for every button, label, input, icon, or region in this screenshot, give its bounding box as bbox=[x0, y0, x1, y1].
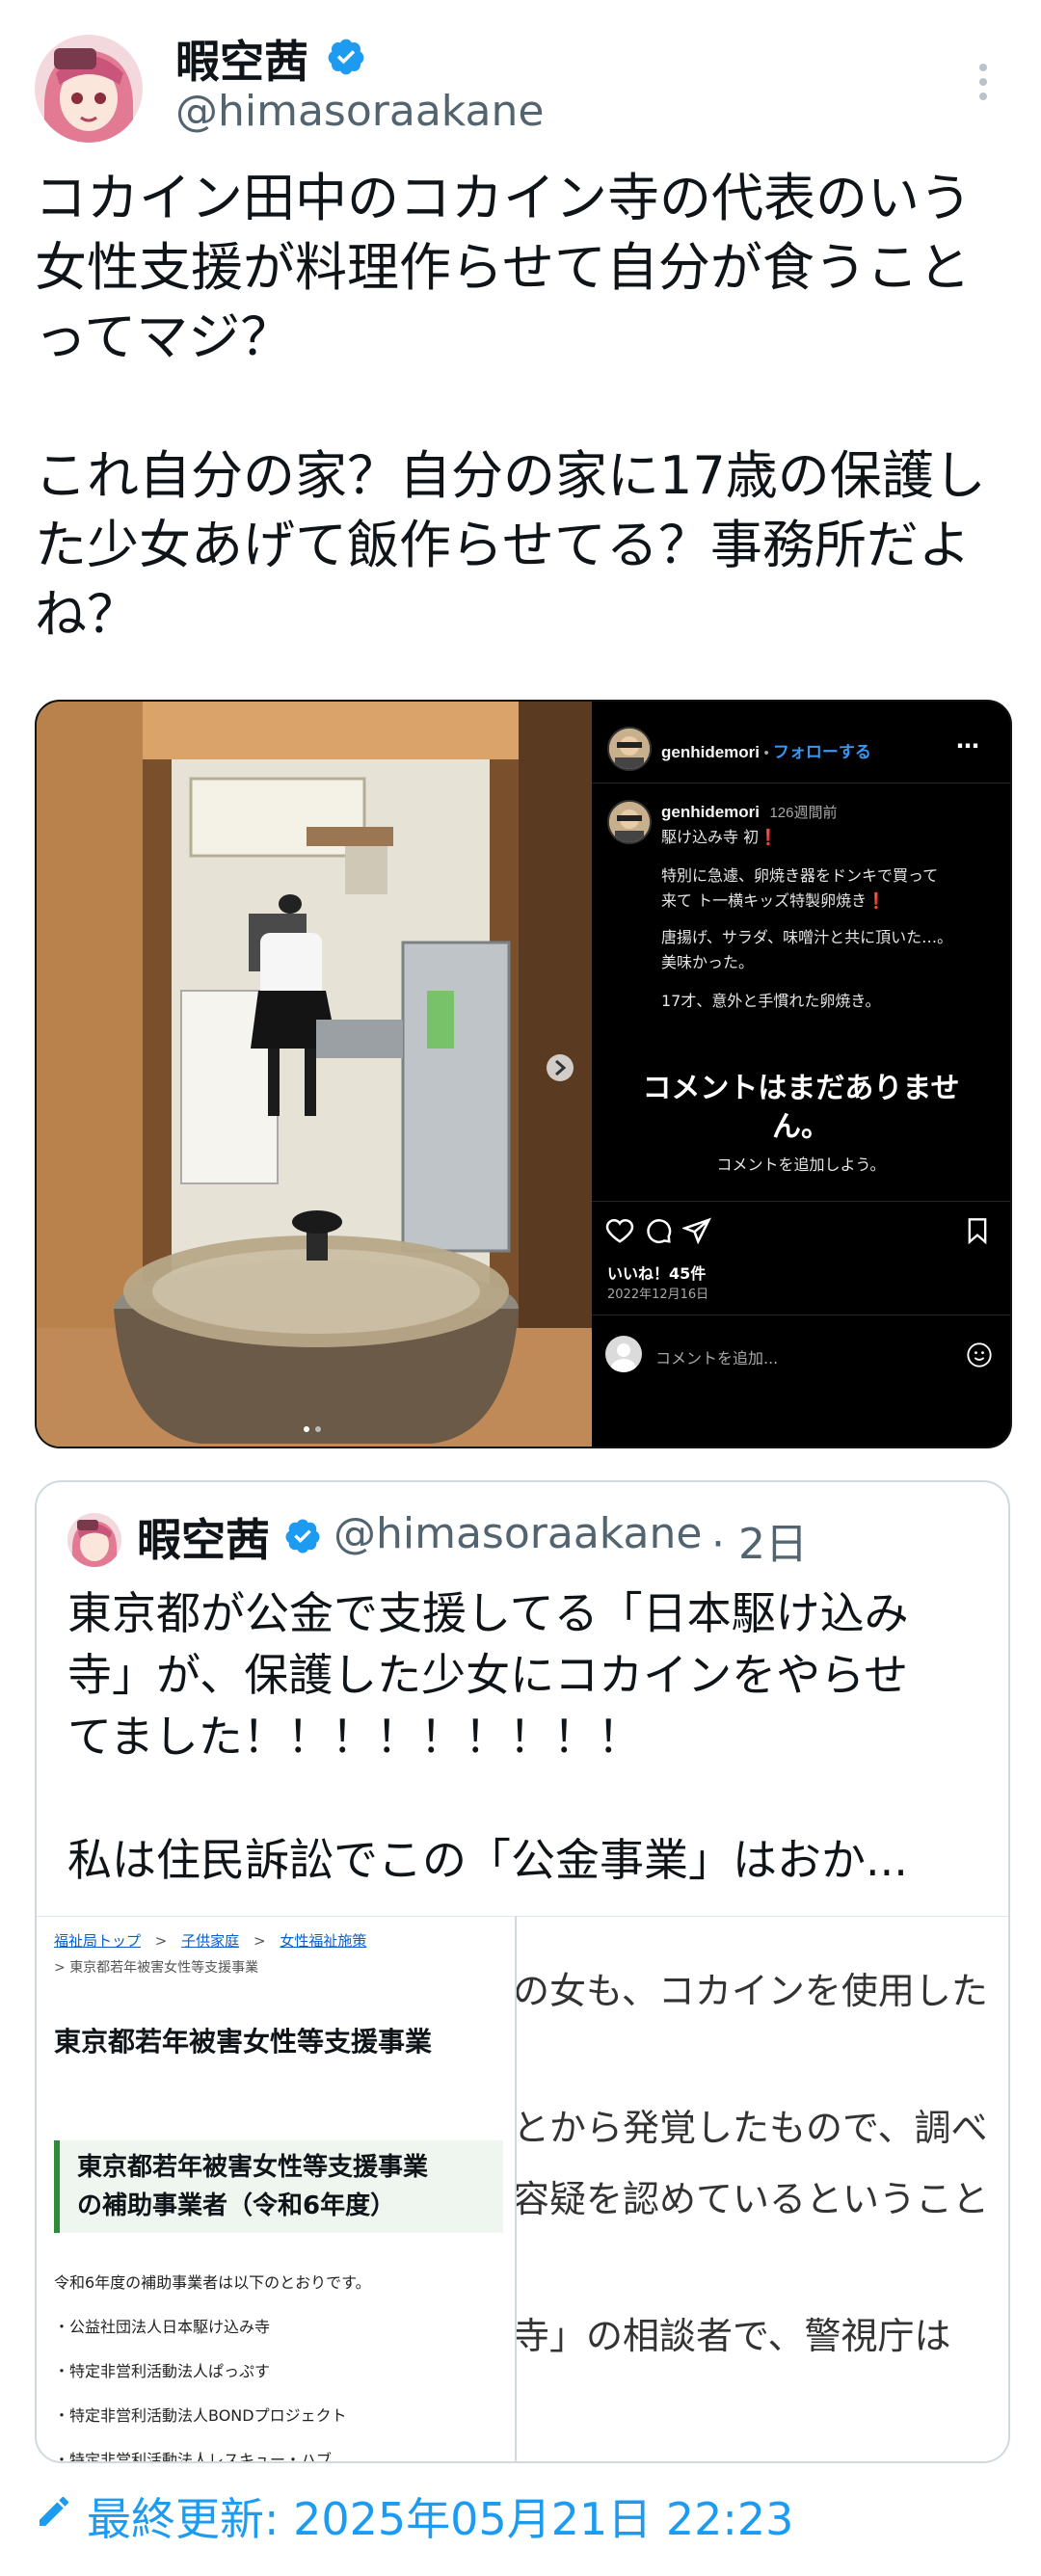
ig-dot: • bbox=[763, 745, 773, 761]
quoted-tweet-text: 東京都が公金で支援してる「日本駆け込み 寺」が、保護した少女にコカインをやらせ … bbox=[67, 1587, 909, 1886]
ig-comment-input[interactable]: コメントを追加... bbox=[655, 1345, 778, 1368]
ig-emoji-icon[interactable] bbox=[966, 1341, 993, 1372]
ig-no-comments: コメントはまだありませ ん。 bbox=[642, 1072, 960, 1144]
webpage-list-item: ・特定非営利活動法人ぱっぷす bbox=[54, 2362, 271, 2380]
quoted-tweet-age[interactable]: · 2日 bbox=[711, 1509, 808, 1571]
ig-like-icon[interactable] bbox=[605, 1216, 634, 1249]
webpage-title: 東京都若年被害女性等支援事業 bbox=[54, 2026, 433, 2058]
verified-badge-icon bbox=[326, 37, 366, 77]
author-name[interactable]: 暇空茜 bbox=[175, 27, 308, 91]
ig-post-username[interactable]: genhidemori bbox=[661, 803, 760, 821]
quoted-author-handle[interactable]: @himasoraakane bbox=[334, 1509, 702, 1558]
kitchen-photo bbox=[37, 702, 592, 1447]
ig-add-comment-hint: コメントを追加しよう。 bbox=[716, 1155, 886, 1174]
quoted-tweet[interactable]: 暇空茜 @himasoraakane · 2日 東京都が公金で支援してる「日本駆… bbox=[35, 1480, 1010, 2463]
ig-more-icon[interactable]: ⋯ bbox=[956, 732, 979, 759]
ig-avatar[interactable] bbox=[607, 727, 652, 771]
tweet-text: コカイン田中のコカイン寺の代表のいう 女性支援が料理作らせて自分が食うこと って… bbox=[35, 168, 986, 645]
sub-breadcrumb-text: 東京都若年被害女性等支援事業 bbox=[69, 1960, 259, 1976]
webpage-sub-breadcrumb: > 東京都若年被害女性等支援事業 bbox=[54, 1960, 259, 1976]
ig-comment-icon[interactable] bbox=[644, 1216, 673, 1249]
article-line: とから発覚したもので、調べ bbox=[517, 2107, 988, 2149]
ig-date: 2022年12月16日 bbox=[607, 1288, 709, 1302]
quoted-author-name[interactable]: 暇空茜 bbox=[137, 1505, 270, 1569]
ig-divider bbox=[592, 1201, 1010, 1202]
quoted-verified-badge-icon bbox=[283, 1517, 322, 1559]
last-updated: 最終更新: 2025年05月21日 22:23 bbox=[87, 2493, 794, 2545]
instagram-panel: genhidemori • フォローする ⋯ genhidemori 126週間… bbox=[592, 702, 1010, 1447]
breadcrumb-link[interactable]: 福祉局トップ bbox=[54, 1932, 141, 1950]
webpage-list-item: ・特定非営利活動法人レスキュー・ハブ bbox=[54, 2451, 333, 2462]
webpage-section-box: 東京都若年被害女性等支援事業 の補助事業者（令和6年度） bbox=[54, 2140, 503, 2233]
webpage-breadcrumb: 福祉局トップ > 子供家庭 > 女性福祉施策 bbox=[54, 1932, 367, 1950]
ig-caption-line: 特別に急遽、卵焼き器をドンキで買って 来て ト一横キッズ特製卵焼き❗️ bbox=[661, 866, 939, 910]
quoted-image-webpage[interactable]: 福祉局トップ > 子供家庭 > 女性福祉施策 > 東京都若年被害女性等支援事業 … bbox=[37, 1916, 517, 2462]
ig-save-icon[interactable] bbox=[964, 1216, 991, 1249]
article-line: 寺」の相談者で、警視庁は bbox=[517, 2315, 951, 2357]
breadcrumb-link[interactable]: 子供家庭 bbox=[181, 1932, 239, 1950]
more-options-icon[interactable] bbox=[974, 58, 993, 106]
ig-post-avatar[interactable] bbox=[607, 800, 652, 844]
webpage-list-item: ・公益社団法人日本駆け込み寺 bbox=[54, 2318, 271, 2336]
ig-caption-line: 17才、意外と手慣れた卵焼き。 bbox=[661, 992, 881, 1010]
ig-caption-line: 唐揚げ、サラダ、味噌汁と共に頂いた…。 美味かった。 bbox=[661, 928, 953, 971]
article-line: の女も、コカインを使用した bbox=[517, 1970, 988, 2012]
author-avatar[interactable] bbox=[35, 35, 143, 143]
ig-follow-button[interactable]: フォローする bbox=[773, 743, 871, 761]
webpage-section-title: 東京都若年被害女性等支援事業 の補助事業者（令和6年度） bbox=[77, 2153, 429, 2220]
ig-post-age: 126週間前 bbox=[769, 805, 838, 821]
edit-pencil-icon bbox=[35, 2492, 73, 2535]
ig-username[interactable]: genhidemori bbox=[661, 743, 760, 761]
webpage-intro: 令和6年度の補助事業者は以下のとおりです。 bbox=[54, 2273, 371, 2292]
article-line: 容疑を認めているということ bbox=[517, 2178, 990, 2220]
ig-caption-title: 駆け込み寺 初❗️ bbox=[661, 828, 779, 846]
ig-user-avatar-icon bbox=[605, 1336, 642, 1372]
ig-share-icon[interactable] bbox=[681, 1216, 711, 1249]
breadcrumb-link[interactable]: 女性福祉施策 bbox=[280, 1932, 366, 1950]
author-handle[interactable]: @himasoraakane bbox=[175, 87, 544, 136]
quoted-author-avatar[interactable] bbox=[67, 1513, 121, 1567]
ig-likes: いいね！45件 bbox=[607, 1264, 707, 1283]
quoted-image-article[interactable]: の女も、コカインを使用した とから発覚したもので、調べ 容疑を認めているというこ… bbox=[517, 1916, 1008, 2461]
webpage-list-item: ・特定非営利活動法人BONDプロジェクト bbox=[54, 2406, 347, 2425]
tweet-media[interactable]: genhidemori • フォローする ⋯ genhidemori 126週間… bbox=[35, 700, 1012, 1448]
